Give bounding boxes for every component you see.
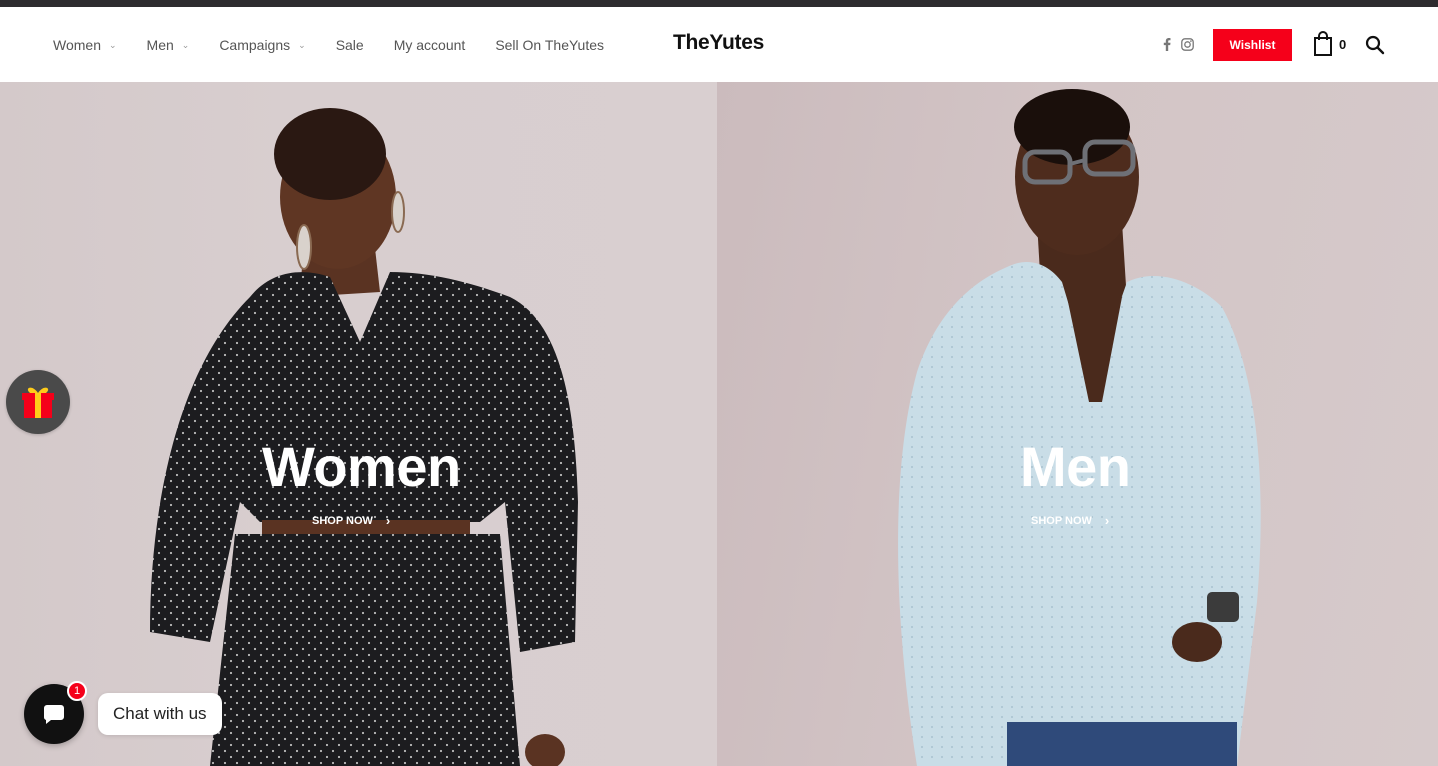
hero-section: Women SHOP NOW › Men SHOP NOW › [0,82,1438,766]
shop-men-link[interactable]: SHOP NOW › [1031,513,1109,528]
chevron-right-icon: › [385,513,391,528]
shop-now-label: SHOP NOW [312,514,373,527]
chevron-right-icon: › [1104,513,1110,528]
men-title: Men [1020,435,1131,498]
nav-item-men[interactable]: Men ⌄ [147,37,190,53]
shop-women-link[interactable]: SHOP NOW › [312,513,390,528]
women-title: Women [262,435,461,498]
chat-with-us-label[interactable]: Chat with us [98,693,222,735]
gift-icon[interactable] [6,370,70,434]
nav-item-sale[interactable]: Sale [336,37,364,53]
nav-item-women[interactable]: Women ⌄ [53,37,117,53]
nav-item-label: Sale [335,36,364,53]
shopping-bag-icon[interactable] [1313,31,1335,57]
nav-item-my-account[interactable]: My account [394,37,466,53]
chat-notification-badge: 1 [67,681,87,701]
wishlist-button[interactable]: Wishlist [1213,29,1292,61]
men-banner[interactable]: Men SHOP NOW › [717,82,1438,766]
men-model-image [898,89,1261,766]
nav-item-sell-on-theyutes[interactable]: Sell On TheYutes [495,37,604,53]
top-strip [0,0,1438,7]
search-icon[interactable] [1365,35,1385,55]
women-banner[interactable]: Women SHOP NOW › [0,82,717,766]
nav-item-label: Men [146,36,174,53]
site-header: Women ⌄ Men ⌄ Campaigns ⌄ Sale My accoun… [0,7,1438,82]
cart-count: 0 [1339,37,1347,52]
facebook-icon[interactable] [1160,37,1174,51]
chat-bubble-icon [43,705,64,724]
nav-item-label: My account [393,36,466,53]
chevron-down-icon: ⌄ [181,40,190,50]
chevron-down-icon: ⌄ [298,40,306,50]
shop-now-label: SHOP NOW [1031,514,1092,527]
nav-item-label: Campaigns [219,36,291,53]
women-model-image [150,108,578,766]
nav-item-label: Sell On TheYutes [495,36,605,53]
chevron-down-icon: ⌄ [108,40,117,50]
instagram-icon[interactable] [1180,37,1194,51]
main-nav: Women ⌄ Men ⌄ Campaigns ⌄ Sale My accoun… [53,7,634,82]
nav-item-campaigns[interactable]: Campaigns ⌄ [219,37,305,53]
nav-item-label: Women [53,36,101,53]
site-logo[interactable]: TheYutes [673,31,764,55]
